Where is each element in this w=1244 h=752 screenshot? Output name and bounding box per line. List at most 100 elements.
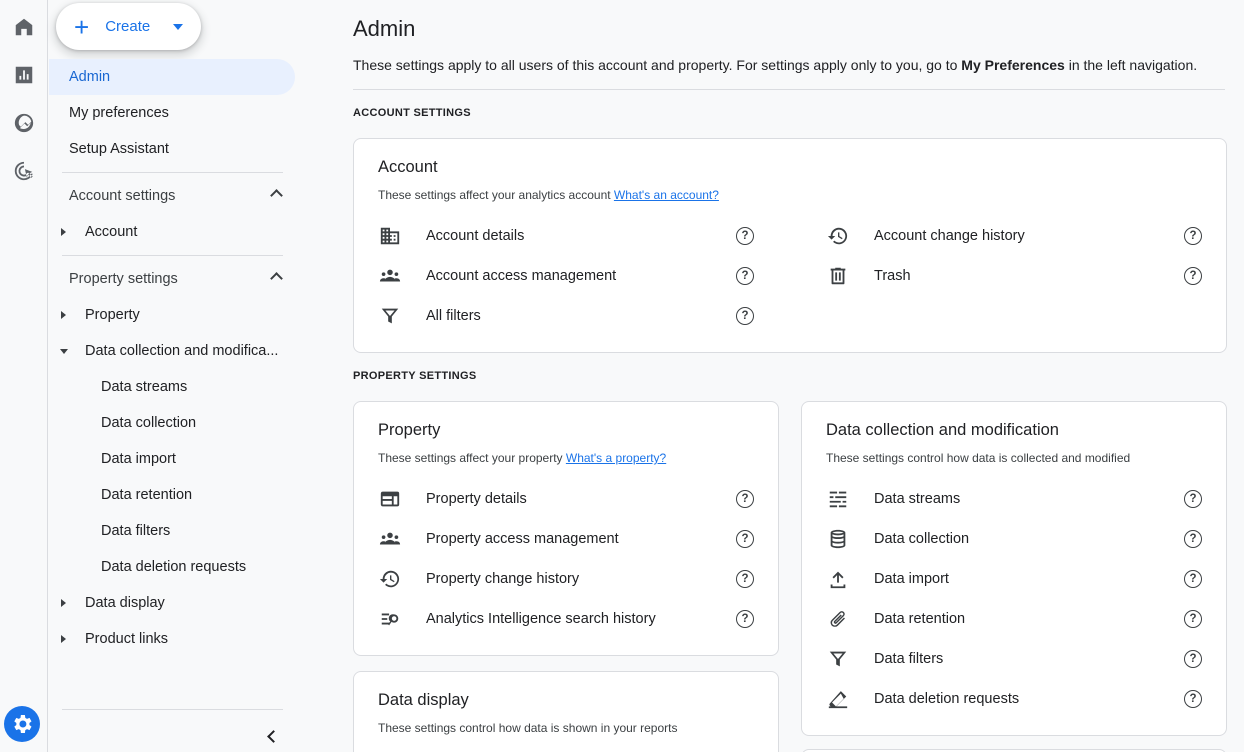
gear-icon[interactable]: [4, 706, 40, 742]
expand-arrow-icon: [61, 599, 66, 607]
row-label: Data collection: [874, 531, 970, 547]
all-filters-row[interactable]: All filters ?: [378, 296, 754, 336]
nav-item-data-display[interactable]: Data display: [49, 585, 295, 621]
reports-icon[interactable]: [6, 57, 42, 93]
nav-item-data-collection-modification[interactable]: Data collection and modifica...: [49, 333, 295, 369]
nav-item-product-links[interactable]: Product links: [49, 621, 295, 657]
row-label: Property access management: [426, 531, 619, 547]
building-icon: [378, 224, 402, 248]
help-icon[interactable]: ?: [1184, 267, 1202, 285]
row-label: Data streams: [874, 491, 961, 507]
web-icon: [378, 487, 402, 511]
upload-icon: [826, 567, 850, 591]
property-access-management-row[interactable]: Property access management ?: [378, 519, 754, 559]
row-label: Account access management: [426, 268, 617, 284]
help-icon[interactable]: ?: [736, 307, 754, 325]
people-icon: [378, 527, 402, 551]
data-deletion-requests-row[interactable]: Data deletion requests ?: [826, 679, 1202, 719]
card-sub-text: These settings affect your property: [378, 451, 566, 465]
chevron-up-icon: [270, 189, 283, 202]
eraser-icon: [826, 687, 850, 711]
admin-main: Admin These settings apply to all users …: [305, 0, 1244, 752]
people-icon: [378, 264, 402, 288]
expand-arrow-icon: [61, 311, 66, 319]
nav-item-data-collection[interactable]: Data collection: [49, 405, 295, 441]
account-card: Account These settings affect your analy…: [353, 138, 1227, 353]
database-icon: [826, 527, 850, 551]
data-retention-row[interactable]: Data retention ?: [826, 599, 1202, 639]
account-access-management-row[interactable]: Account access management ?: [378, 256, 754, 296]
nav-item-admin[interactable]: Admin: [49, 59, 295, 95]
help-icon[interactable]: ?: [1184, 490, 1202, 508]
help-icon[interactable]: ?: [736, 490, 754, 508]
advertising-icon[interactable]: [6, 153, 42, 189]
data-streams-row[interactable]: Data streams ?: [826, 479, 1202, 519]
help-icon[interactable]: ?: [1184, 610, 1202, 628]
row-label: Data filters: [874, 651, 944, 667]
help-icon[interactable]: ?: [736, 530, 754, 548]
data-collection-row[interactable]: Data collection ?: [826, 519, 1202, 559]
home-icon[interactable]: [6, 9, 42, 45]
nav-label: Data filters: [101, 523, 171, 539]
nav-divider: [62, 709, 283, 710]
account-settings-header[interactable]: Account settings: [49, 178, 295, 214]
nav-item-my-preferences[interactable]: My preferences: [49, 95, 295, 131]
create-button[interactable]: + Create: [56, 3, 201, 50]
data-import-row[interactable]: Data import ?: [826, 559, 1202, 599]
row-label: Account details: [426, 228, 525, 244]
help-icon[interactable]: ?: [736, 227, 754, 245]
nav-item-data-filters[interactable]: Data filters: [49, 513, 295, 549]
filter-icon: [378, 304, 402, 328]
attachment-icon: [826, 607, 850, 631]
help-icon[interactable]: ?: [1184, 227, 1202, 245]
trash-icon: [826, 264, 850, 288]
card-title: Data display: [378, 691, 469, 709]
nav-label: Data collection: [101, 415, 197, 431]
whats-a-property-link[interactable]: What's a property?: [566, 451, 666, 465]
help-icon[interactable]: ?: [1184, 530, 1202, 548]
history-icon: [826, 224, 850, 248]
card-subtitle: These settings affect your property What…: [378, 451, 666, 465]
account-change-history-row[interactable]: Account change history ?: [826, 216, 1202, 256]
nav-label: Data retention: [101, 487, 193, 503]
row-label: Analytics Intelligence search history: [426, 611, 656, 627]
help-icon[interactable]: ?: [1184, 690, 1202, 708]
row-label: All filters: [426, 308, 481, 324]
data-filters-row[interactable]: Data filters ?: [826, 639, 1202, 679]
explore-icon[interactable]: [6, 105, 42, 141]
search-list-icon: [378, 607, 402, 631]
create-label: Create: [105, 18, 151, 35]
help-icon[interactable]: ?: [1184, 650, 1202, 668]
nav-item-account[interactable]: Account: [49, 214, 295, 250]
nav-item-data-import[interactable]: Data import: [49, 441, 295, 477]
desc-text: in the left navigation.: [1064, 57, 1198, 73]
row-label: Data import: [874, 571, 949, 587]
property-settings-header[interactable]: Property settings: [49, 261, 295, 297]
row-label: Trash: [874, 268, 911, 284]
nav-label: Data deletion requests: [101, 559, 247, 575]
card-subtitle: These settings control how data is colle…: [826, 451, 1131, 465]
property-details-row[interactable]: Property details ?: [378, 479, 754, 519]
icon-rail: [0, 0, 48, 752]
nav-item-data-streams[interactable]: Data streams: [49, 369, 295, 405]
page-description: These settings apply to all users of thi…: [353, 57, 1197, 73]
nav-item-setup-assistant[interactable]: Setup Assistant: [49, 131, 295, 167]
trash-row[interactable]: Trash ?: [826, 256, 1202, 296]
help-icon[interactable]: ?: [736, 267, 754, 285]
property-change-history-row[interactable]: Property change history ?: [378, 559, 754, 599]
chevron-up-icon: [270, 272, 283, 285]
nav-item-property[interactable]: Property: [49, 297, 295, 333]
nav-item-data-retention[interactable]: Data retention: [49, 477, 295, 513]
help-icon[interactable]: ?: [736, 570, 754, 588]
help-icon[interactable]: ?: [1184, 570, 1202, 588]
expand-arrow-icon: [61, 635, 66, 643]
section-label: Account settings: [69, 188, 176, 204]
header-divider: [353, 89, 1225, 90]
card-subtitle: These settings control how data is shown…: [378, 721, 678, 735]
help-icon[interactable]: ?: [736, 610, 754, 628]
whats-an-account-link[interactable]: What's an account?: [614, 188, 719, 202]
analytics-intelligence-search-history-row[interactable]: Analytics Intelligence search history ?: [378, 599, 754, 639]
collapse-nav-button[interactable]: [259, 724, 283, 748]
account-details-row[interactable]: Account details ?: [378, 216, 754, 256]
nav-item-data-deletion-requests[interactable]: Data deletion requests: [49, 549, 295, 585]
